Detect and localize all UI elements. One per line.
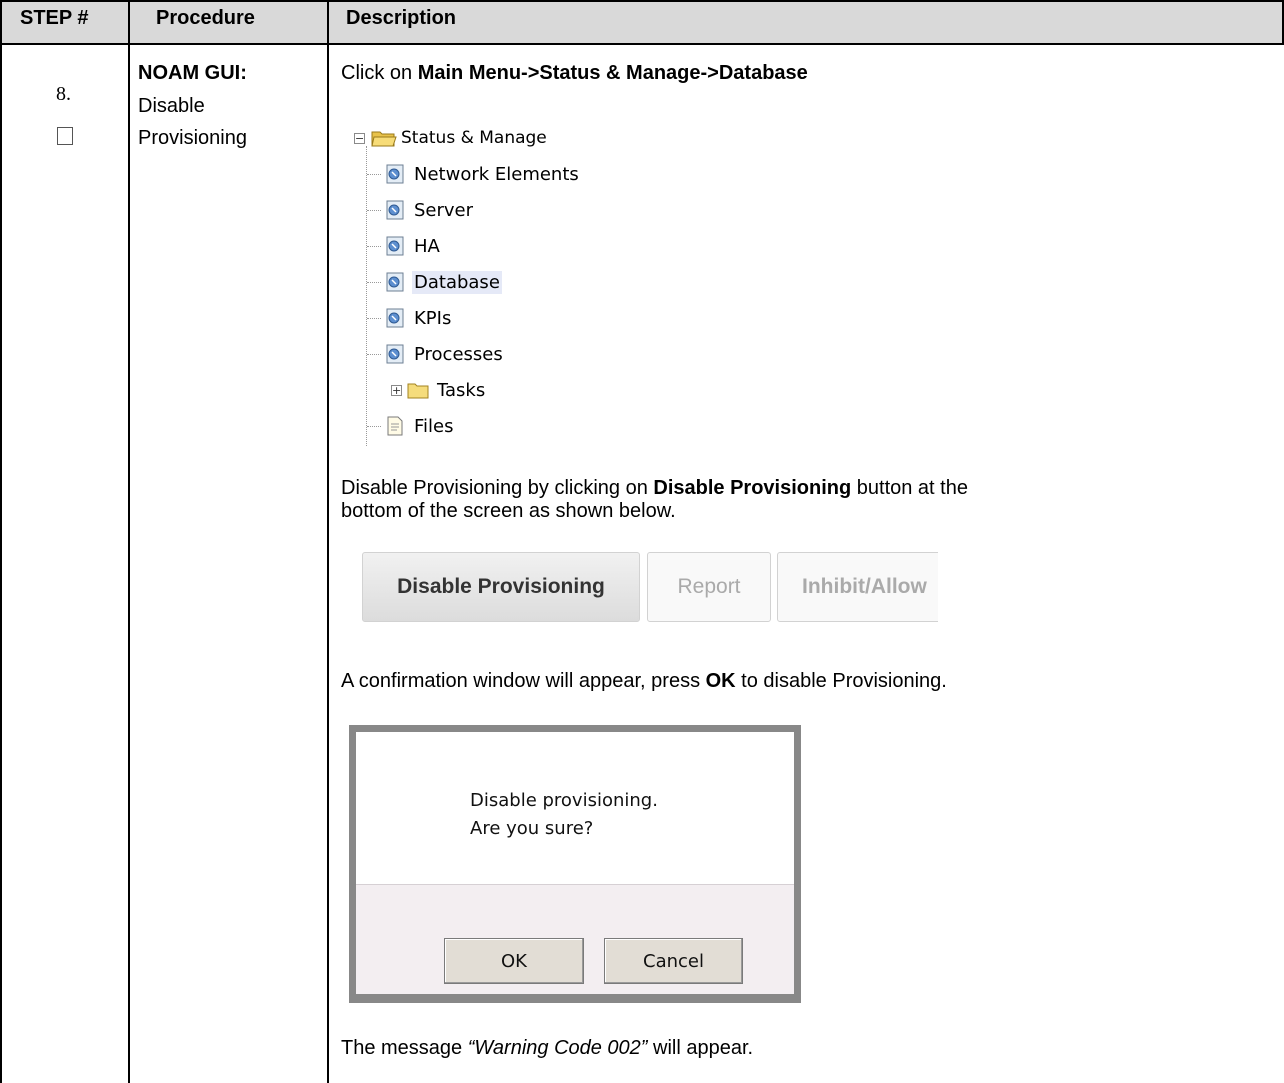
tree-root-label: Status & Manage: [401, 128, 547, 148]
tree-item-ha[interactable]: HA: [384, 233, 442, 259]
menu-path: Main Menu->Status & Manage->Database: [417, 62, 808, 84]
inhibit-allow-button[interactable]: Inhibit/Allow: [777, 552, 938, 622]
page-icon: [386, 164, 404, 184]
procedure-line-1: Disable: [138, 95, 205, 117]
confirm-instruction: A confirmation window will appear, press…: [341, 670, 947, 692]
report-button[interactable]: Report: [647, 552, 771, 622]
disable-instruction-line-1: Disable Provisioning by clicking on Disa…: [341, 477, 968, 499]
header-step: STEP #: [20, 7, 89, 29]
expand-icon[interactable]: +: [391, 384, 402, 396]
open-folder-icon: [371, 131, 397, 147]
collapse-icon[interactable]: −: [354, 132, 365, 144]
header-procedure: Procedure: [156, 7, 255, 29]
step-checkbox[interactable]: [57, 127, 73, 145]
page-icon: [386, 272, 404, 292]
tree-item-kpis[interactable]: KPIs: [384, 305, 453, 331]
tree-connector: [366, 146, 367, 446]
page-icon: [386, 344, 404, 364]
disable-instruction-line-2: bottom of the screen as shown below.: [341, 500, 676, 522]
cancel-button[interactable]: Cancel: [604, 938, 743, 984]
dialog-message-line-1: Disable provisioning.: [470, 790, 658, 811]
disable-provisioning-button[interactable]: Disable Provisioning: [362, 552, 640, 622]
ok-button[interactable]: OK: [444, 938, 584, 984]
tree-item-database[interactable]: Database: [384, 269, 502, 295]
warning-message-note: The message “Warning Code 002” will appe…: [341, 1037, 754, 1059]
procedure-title: NOAM GUI:: [138, 62, 247, 84]
folder-icon: [407, 383, 429, 399]
confirm-dialog: Disable provisioning. Are you sure? OK C…: [349, 725, 801, 1003]
procedure-line-2: Provisioning: [138, 127, 247, 149]
tree-root-status-manage[interactable]: − Status & Manage: [354, 125, 549, 151]
button-bar: Disable Provisioning Report Inhibit/Allo…: [362, 552, 938, 624]
tree-item-tasks[interactable]: + Tasks: [391, 377, 487, 403]
column-divider-2: [327, 0, 329, 1083]
tree-item-processes[interactable]: Processes: [384, 341, 505, 367]
page-icon: [386, 236, 404, 256]
tree-item-server[interactable]: Server: [384, 197, 475, 223]
dialog-message-line-2: Are you sure?: [470, 818, 594, 839]
click-instruction: Click on Main Menu->Status & Manage->Dat…: [341, 62, 808, 84]
page-icon: [386, 200, 404, 220]
file-icon: [387, 416, 403, 436]
menu-tree: − Status & Manage Network Elements Serve…: [354, 124, 684, 446]
table-border-left: [0, 0, 2, 1083]
column-divider-1: [128, 0, 130, 1083]
step-number: 8.: [56, 83, 71, 105]
page-icon: [386, 308, 404, 328]
header-description: Description: [346, 7, 457, 29]
tree-item-files[interactable]: Files: [384, 413, 456, 439]
tree-item-network-elements[interactable]: Network Elements: [384, 161, 581, 187]
